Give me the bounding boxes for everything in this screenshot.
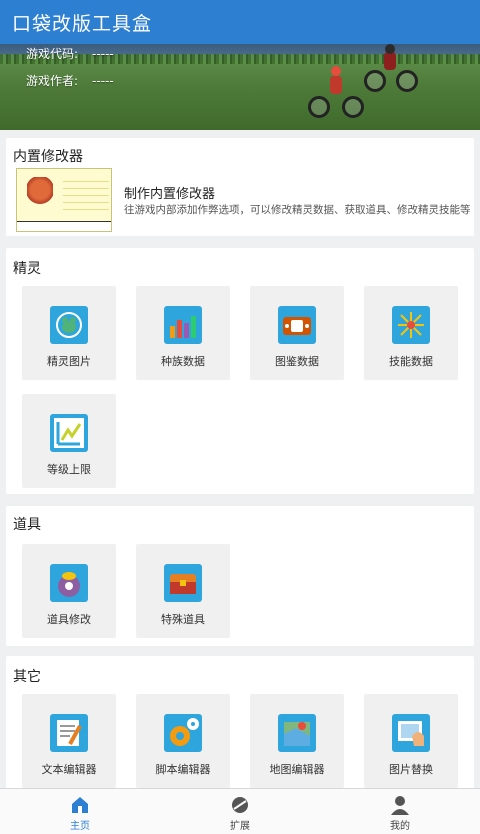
builtin-editor-card: 内置修改器 制作内置修改器 往游戏内部添加作弊选项，可以修改精灵数据、获取道具、… — [6, 138, 474, 236]
tile-label: 图鉴数据 — [275, 355, 319, 368]
tab-home[interactable]: 主页 — [0, 789, 160, 834]
map-icon — [278, 714, 316, 752]
tile-special-item[interactable]: 特殊道具 — [136, 544, 230, 638]
other-card: 其它 文本编辑器 脚本编辑器 地图编辑器 图片替换 — [6, 656, 474, 790]
tile-level-cap[interactable]: 等级上限 — [22, 394, 116, 488]
tile-label: 脚本编辑器 — [155, 763, 211, 776]
tile-label: 特殊道具 — [161, 613, 205, 626]
app-title: 口袋改版工具盒 — [12, 12, 153, 35]
game-author-row: 游戏作者: ----- — [26, 72, 114, 89]
treasure-chest-icon — [164, 564, 202, 602]
gears-icon — [164, 714, 202, 752]
tab-profile[interactable]: 我的 — [320, 789, 480, 834]
cyclist-illustration-front — [308, 66, 368, 122]
pokedex-icon — [278, 306, 316, 344]
tile-label: 道具修改 — [47, 613, 91, 626]
game-banner: 游戏代码: ----- 游戏作者: ----- — [0, 44, 480, 130]
tile-skill-data[interactable]: 技能数据 — [364, 286, 458, 380]
game-author-value: ----- — [92, 74, 114, 88]
extension-icon — [230, 795, 250, 815]
text-editor-icon — [50, 714, 88, 752]
tab-home-label: 主页 — [70, 821, 90, 832]
tile-label: 精灵图片 — [47, 355, 91, 368]
other-title: 其它 — [13, 669, 41, 685]
tile-label: 图片替换 — [389, 763, 433, 776]
home-icon — [70, 795, 90, 815]
pokemon-image-icon — [50, 306, 88, 344]
tile-sprite-image[interactable]: 精灵图片 — [22, 286, 116, 380]
level-up-icon — [50, 414, 88, 452]
bag-icon — [50, 564, 88, 602]
tile-item-edit[interactable]: 道具修改 — [22, 544, 116, 638]
items-card: 道具 道具修改 特殊道具 — [6, 506, 474, 646]
tile-label: 等级上限 — [47, 463, 91, 476]
image-replace-icon — [392, 714, 430, 752]
sprites-title: 精灵 — [13, 261, 41, 277]
tile-pokedex-data[interactable]: 图鉴数据 — [250, 286, 344, 380]
user-icon — [390, 795, 410, 815]
game-code-value: ----- — [92, 47, 114, 61]
builtin-editor-thumbnail — [16, 168, 112, 232]
tile-label: 文本编辑器 — [41, 763, 97, 776]
tile-image-replace[interactable]: 图片替换 — [364, 694, 458, 788]
game-code-row: 游戏代码: ----- — [26, 45, 114, 62]
builtin-editor-item-desc: 往游戏内部添加作弊选项，可以修改精灵数据、获取道具、修改精灵技能等 — [124, 204, 471, 216]
game-author-label: 游戏作者: — [26, 74, 79, 88]
cyclist-illustration-back — [364, 44, 422, 94]
tab-extension-label: 扩展 — [230, 821, 250, 832]
tile-script-editor[interactable]: 脚本编辑器 — [136, 694, 230, 788]
tab-profile-label: 我的 — [390, 821, 410, 832]
sprites-card: 精灵 精灵图片 种族数据 图鉴数据 技能数据 等级上限 — [6, 248, 474, 494]
tile-label: 地图编辑器 — [269, 763, 325, 776]
bottom-tab-bar: 主页 扩展 我的 — [0, 788, 480, 834]
app-bar: 口袋改版工具盒 — [0, 0, 480, 44]
builtin-editor-item-name: 制作内置修改器 — [124, 187, 216, 202]
items-title: 道具 — [13, 517, 41, 533]
tile-label: 技能数据 — [389, 355, 433, 368]
builtin-editor-title: 内置修改器 — [13, 149, 83, 165]
sparkle-icon — [392, 306, 430, 344]
game-code-label: 游戏代码: — [26, 47, 79, 61]
tile-race-data[interactable]: 种族数据 — [136, 286, 230, 380]
tile-map-editor[interactable]: 地图编辑器 — [250, 694, 344, 788]
tile-text-editor[interactable]: 文本编辑器 — [22, 694, 116, 788]
tile-label: 种族数据 — [161, 355, 205, 368]
bar-chart-icon — [164, 306, 202, 344]
tab-extension[interactable]: 扩展 — [160, 789, 320, 834]
